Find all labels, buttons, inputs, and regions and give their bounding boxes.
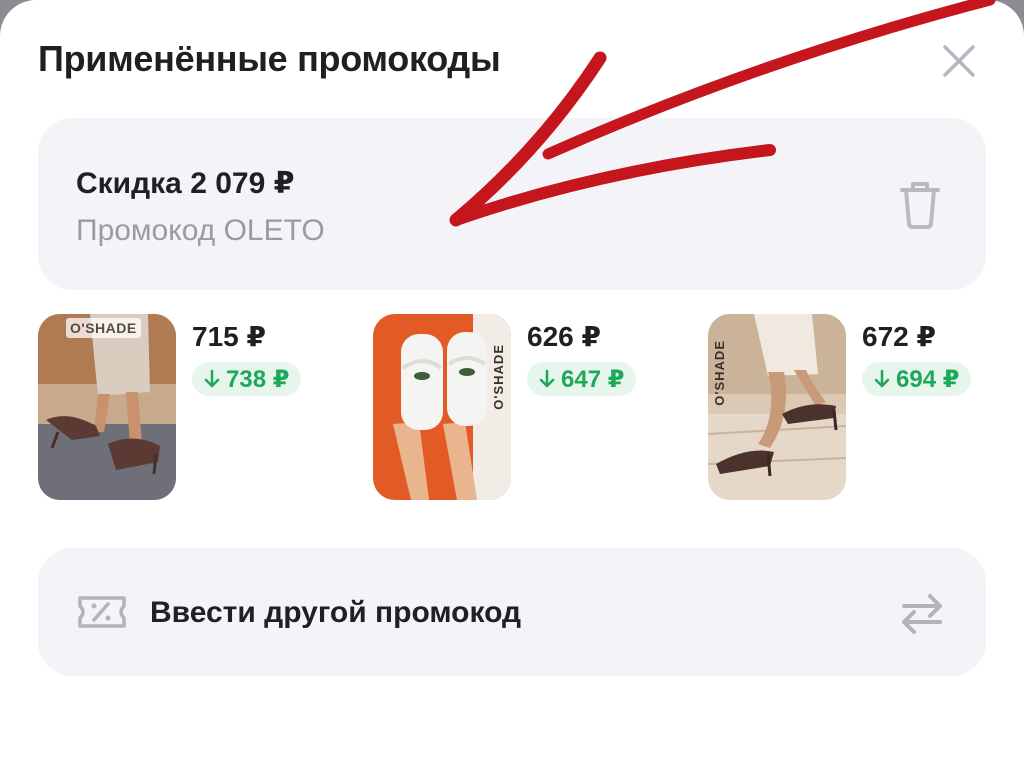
list-item[interactable]: O'SHADE 626 ₽ 647 ₽: [373, 314, 693, 504]
promo-sheet: Применённые промокоды Скидка 2 079 ₽ Про…: [0, 0, 1024, 760]
brand-label: O'SHADE: [491, 344, 506, 410]
remove-promo-button[interactable]: [890, 174, 950, 234]
product-price: 672 ₽: [862, 321, 936, 352]
down-arrow-icon: [874, 369, 890, 388]
close-icon: [943, 45, 975, 77]
discount-amount: Скидка 2 079 ₽: [76, 167, 295, 200]
page-title: Применённые промокоды: [38, 38, 501, 79]
applied-promo-card: Скидка 2 079 ₽ Промокод OLETO: [38, 118, 986, 290]
product-price: 715 ₽: [192, 321, 266, 352]
old-price: 738 ₽: [226, 365, 290, 393]
product-image[interactable]: O'SHADE: [708, 314, 846, 500]
promo-code-label: Промокод OLETO: [76, 214, 325, 247]
price-drop-badge: 694 ₽: [862, 362, 972, 396]
enter-other-promo-label: Ввести другой промокод: [150, 596, 522, 629]
coupon-icon: [78, 596, 126, 628]
price-drop-badge: 738 ₽: [192, 362, 302, 396]
list-item[interactable]: O'SHADE 715 ₽ 738 ₽: [38, 314, 358, 504]
old-price: 647 ₽: [561, 365, 625, 393]
product-image[interactable]: O'SHADE: [373, 314, 511, 500]
product-list: O'SHADE 715 ₽ 738 ₽ O'SHADE 626 ₽ 647 ₽ …: [38, 314, 998, 504]
close-button[interactable]: [936, 38, 982, 84]
product-price: 626 ₽: [527, 321, 601, 352]
old-price: 694 ₽: [896, 365, 960, 393]
down-arrow-icon: [204, 369, 220, 388]
trash-icon: [900, 182, 940, 229]
brand-label: O'SHADE: [66, 318, 141, 338]
swap-icon: [902, 594, 942, 634]
down-arrow-icon: [539, 369, 555, 388]
product-image[interactable]: O'SHADE: [38, 314, 176, 500]
brand-label: O'SHADE: [712, 340, 727, 406]
list-item[interactable]: O'SHADE 672 ₽ 694 ₽: [708, 314, 1024, 504]
enter-other-promo-button[interactable]: Ввести другой промокод: [38, 548, 986, 676]
price-drop-badge: 647 ₽: [527, 362, 637, 396]
